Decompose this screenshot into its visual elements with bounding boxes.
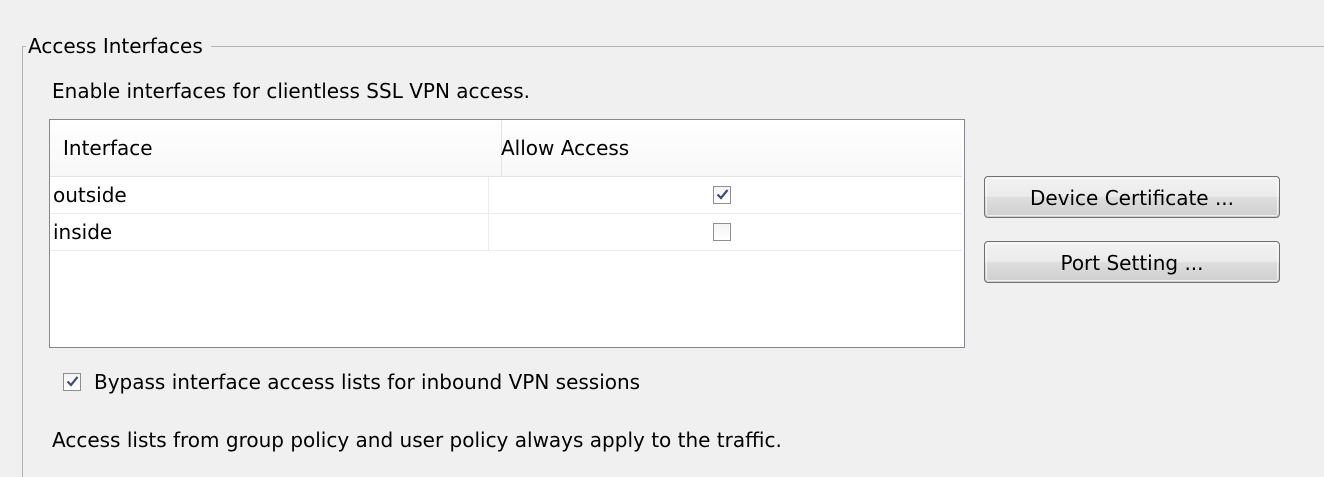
interfaces-table: Interface Allow Access outside inside [49, 119, 965, 348]
device-certificate-label: Device Certificate ... [1029, 186, 1235, 210]
checkmark-icon [716, 189, 729, 200]
table-header: Interface Allow Access [50, 120, 962, 177]
group-description: Enable interfaces for clientless SSL VPN… [52, 79, 531, 103]
port-setting-button[interactable]: Port Setting ... [984, 241, 1280, 283]
column-divider [488, 214, 489, 250]
port-setting-label: Port Setting ... [1060, 251, 1204, 275]
table-row[interactable]: inside [50, 214, 962, 251]
checkmark-icon [66, 376, 79, 387]
groupbox-title: Access Interfaces [26, 33, 211, 59]
interface-name-cell: outside [53, 183, 127, 207]
column-header-interface[interactable]: Interface [50, 120, 502, 176]
table-row[interactable]: outside [50, 177, 962, 214]
bypass-access-lists-label[interactable]: Bypass interface access lists for inboun… [94, 369, 640, 395]
device-certificate-button[interactable]: Device Certificate ... [984, 176, 1280, 218]
column-header-allow-access[interactable]: Allow Access [488, 120, 961, 176]
access-list-note: Access lists from group policy and user … [52, 428, 782, 452]
allow-access-checkbox-outside[interactable] [713, 186, 731, 204]
interface-name-cell: inside [53, 220, 113, 244]
column-divider [488, 177, 489, 213]
bypass-access-lists-checkbox[interactable] [63, 373, 81, 391]
allow-access-checkbox-inside[interactable] [713, 223, 731, 241]
